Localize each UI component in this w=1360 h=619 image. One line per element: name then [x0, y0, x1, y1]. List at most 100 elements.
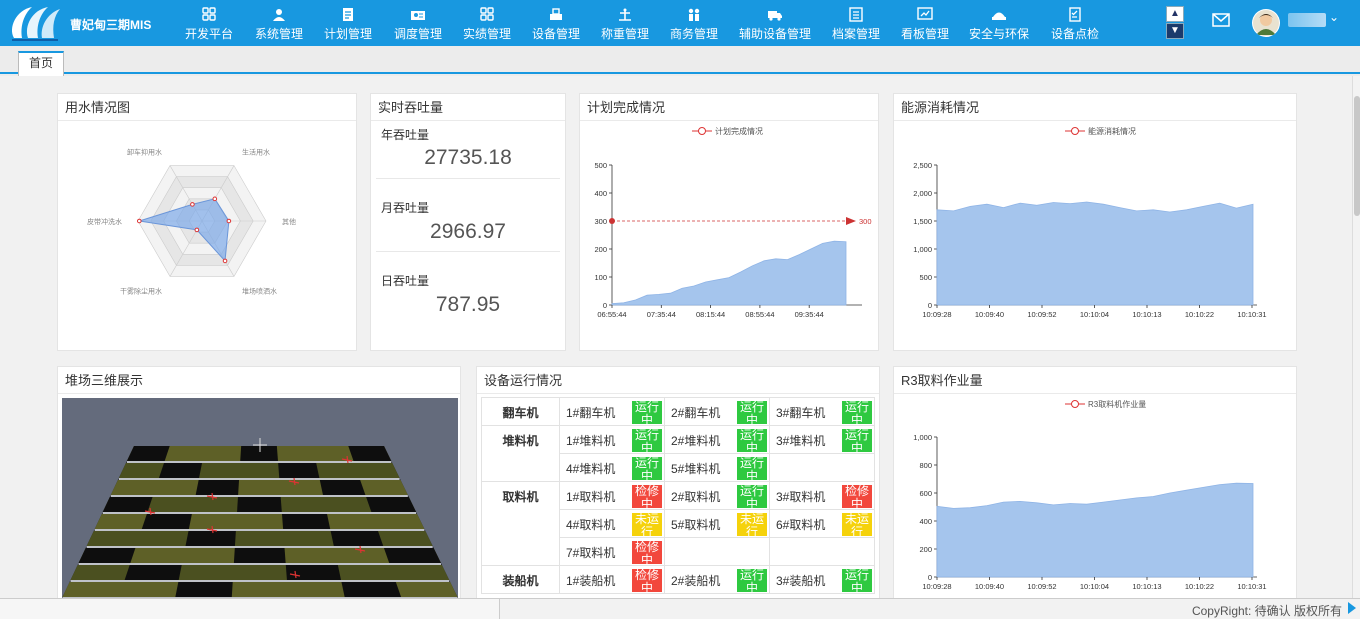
equipment-name: 1#翻车机 — [566, 406, 616, 420]
nav-item-2[interactable]: 计划管理 — [322, 0, 374, 46]
x-tick-label: 10:10:13 — [1132, 310, 1161, 319]
tab-home[interactable]: 首页 — [18, 51, 64, 76]
nav-item-label: 调度管理 — [393, 27, 442, 41]
status-badge[interactable]: 运行中 — [737, 457, 767, 480]
status-badge[interactable]: 运行中 — [737, 569, 767, 592]
nav-item-6[interactable]: 称重管理 — [599, 0, 651, 46]
equipment-cell: 3#取料机 检修中 — [769, 481, 875, 510]
empty-slot — [141, 514, 192, 529]
equipment-name: 4#堆料机 — [566, 462, 616, 476]
y-tick-label: 200 — [919, 545, 932, 554]
board-icon — [917, 7, 933, 20]
equipment-name: 7#取料机 — [566, 546, 616, 560]
table-row: 装船机 1#装船机 检修中 2#装船机 运行中 3#装船机 运行中 — [481, 565, 875, 594]
status-badge[interactable]: 运行中 — [737, 401, 767, 424]
r3-reclaim-chart: R3取料机作业量 0 200 400 600 800 1,000 10:09:28 10:09:… — [913, 399, 1266, 591]
nav-item-label: 设备点检 — [1050, 27, 1099, 41]
x-tick-label: 08:55:44 — [745, 310, 774, 319]
nav-item-label: 开发平台 — [184, 27, 233, 41]
equipment-icon — [550, 8, 562, 20]
x-tick-label: 10:10:22 — [1185, 310, 1214, 319]
water-usage-radar-chart: 生活用水其他堆场喷洒水 干雾除尘用水 皮带冲洗水 卸车抑用水 — [87, 148, 296, 296]
status-badge[interactable]: 未运行 — [737, 513, 767, 536]
nav-item-3[interactable]: 调度管理 — [392, 0, 444, 46]
legend-marker — [1071, 400, 1079, 408]
equipment-group-label: 翻车机 — [481, 397, 560, 426]
username-blurred[interactable] — [1288, 13, 1326, 27]
equipment-cell: 1#装船机 检修中 — [559, 565, 665, 594]
empty-slot — [126, 446, 170, 461]
x-tick-label: 07:35:44 — [647, 310, 676, 319]
divider — [376, 178, 560, 179]
throughput-panel: 实时吞吐量 年吞吐量 27735.18 月吞吐量 2966.97 日吞吐量 78… — [370, 93, 566, 351]
status-badge[interactable]: 运行中 — [842, 569, 872, 592]
nav-item-1[interactable]: 系统管理 — [253, 0, 305, 46]
x-tick-label: 10:09:52 — [1027, 310, 1056, 319]
empty-slot — [124, 565, 182, 580]
scale-icon — [619, 8, 631, 21]
nav-item-12[interactable]: 设备点检 — [1049, 0, 1101, 46]
dispatch-icon — [411, 11, 425, 20]
equipment-group-label: 取料机 — [481, 481, 560, 566]
r3-reclaim-panel: R3取料作业量 R3取料机作业量 0 200 400 600 800 1,000 10:09:… — [893, 366, 1297, 598]
nav-scroll-up-button[interactable]: ▲ — [1166, 6, 1184, 22]
status-badge[interactable]: 运行中 — [632, 401, 662, 424]
status-badge[interactable]: 运行中 — [842, 429, 872, 452]
radar-point — [190, 202, 195, 207]
status-badge[interactable]: 运行中 — [842, 401, 872, 424]
nav-item-7[interactable]: 商务管理 — [668, 0, 720, 46]
truck-icon — [768, 11, 782, 21]
equipment-name: 1#堆料机 — [566, 434, 616, 448]
play-arrow-icon[interactable] — [1348, 602, 1356, 614]
nav-item-label: 计划管理 — [323, 27, 372, 41]
x-tick-label: 10:09:40 — [975, 582, 1004, 591]
user-avatar[interactable] — [1252, 9, 1280, 37]
status-badge[interactable]: 运行中 — [737, 485, 767, 508]
equipment-name: 1#装船机 — [566, 574, 616, 588]
nav-item-4[interactable]: 实绩管理 — [461, 0, 513, 46]
document-icon — [343, 8, 353, 21]
equipment-name: 2#翻车机 — [671, 406, 721, 420]
status-badge[interactable]: 未运行 — [842, 513, 872, 536]
status-badge[interactable]: 未运行 — [632, 513, 662, 536]
chevron-down-icon[interactable]: ⌄ — [1329, 10, 1339, 24]
nav-item-9[interactable]: 档案管理 — [830, 0, 882, 46]
radar-point — [222, 258, 228, 264]
equipment-cell: 2#取料机 运行中 — [664, 481, 770, 510]
yearly-throughput-value: 27735.18 — [424, 146, 512, 169]
empty-slot — [240, 446, 278, 461]
y-tick-label: 0 — [603, 301, 607, 310]
mail-icon[interactable] — [1212, 12, 1230, 28]
empty-slot — [366, 497, 417, 512]
empty-slot — [278, 463, 320, 478]
nav-item-8[interactable]: 辅助设备管理 — [737, 0, 813, 46]
radar-indicator-label: 堆场喷洒水 — [242, 286, 277, 295]
status-badge[interactable]: 检修中 — [632, 485, 662, 508]
vertical-scrollbar[interactable] — [1352, 76, 1360, 598]
status-badge[interactable]: 运行中 — [632, 429, 662, 452]
status-badge[interactable]: 检修中 — [632, 541, 662, 564]
nav-scroll-down-button[interactable]: ▼ — [1166, 23, 1184, 39]
status-badge[interactable]: 运行中 — [632, 457, 662, 480]
scrollbar-thumb[interactable] — [1354, 96, 1360, 216]
status-badge[interactable]: 检修中 — [842, 485, 872, 508]
people-icon — [688, 8, 700, 21]
area-series — [936, 482, 1254, 578]
nav-item-11[interactable]: 安全与环保 — [968, 0, 1030, 46]
dashboard-content: 用水情况图 生活用水 其他 堆场喷洒水 干雾除尘用水 皮带冲洗水 卸车抑用水 实时吞吐量 … — [0, 76, 1352, 598]
status-badge[interactable]: 运行中 — [737, 429, 767, 452]
status-badge[interactable]: 检修中 — [632, 569, 662, 592]
panel-title: 实时吞吐量 — [371, 94, 565, 121]
nav-item-5[interactable]: 设备管理 — [530, 0, 582, 46]
nav-item-0[interactable]: 开发平台 — [183, 0, 235, 46]
yard-3d-view[interactable] — [62, 398, 458, 598]
monthly-throughput-label: 月吞吐量 — [381, 201, 430, 215]
equipment-group-label: 堆料机 — [481, 425, 560, 482]
x-tick-label: 10:09:28 — [922, 582, 951, 591]
markline-start — [609, 218, 615, 224]
empty-slot — [233, 548, 286, 563]
panel-title: 设备运行情况 — [477, 367, 879, 394]
y-tick-label: 0 — [928, 573, 932, 582]
nav-item-10[interactable]: 看板管理 — [899, 0, 951, 46]
archive-icon — [849, 7, 863, 22]
